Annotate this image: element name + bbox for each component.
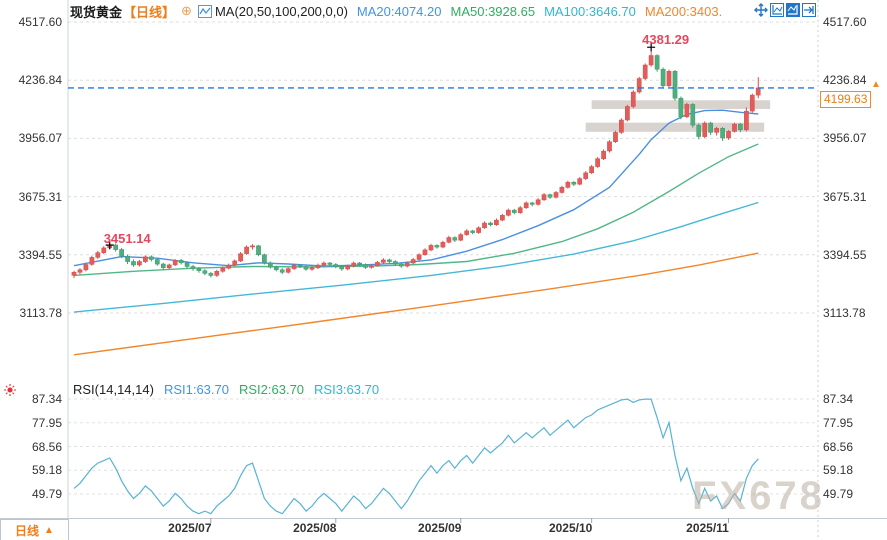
y-axis-label: 4517.60 — [18, 15, 62, 29]
rsi-values-group: RSI1:63.70 RSI2:63.70 RSI3:63.70 — [154, 382, 379, 397]
ma-line-MA50 — [73, 143, 759, 277]
rsi-settings-label: RSI(14,14,14) — [73, 382, 154, 397]
chart-canvas[interactable] — [0, 0, 887, 540]
x-axis-date-label: 2025/10 — [548, 521, 593, 535]
chart-toolbar — [754, 3, 816, 17]
rsi-header: RSI(14,14,14) RSI1:63.70 RSI2:63.70 RSI3:6… — [73, 382, 379, 397]
y-axis-label: 59.18 — [31, 463, 62, 478]
early-peak-price-label: 3451.14 — [103, 231, 151, 247]
ma-value-label: MA20:4074.20 — [356, 3, 442, 19]
shift-right-icon[interactable] — [802, 3, 816, 17]
ma-value-label: MA50:3928.65 — [450, 3, 536, 19]
x-axis-date-label: 2025/09 — [418, 521, 462, 535]
y-axis-label: 3113.78 — [19, 306, 63, 320]
indicator-settings-icon[interactable] — [3, 383, 17, 397]
ma-line-MA20 — [73, 109, 759, 267]
ma-line-MA100 — [73, 201, 759, 313]
pan-icon[interactable] — [754, 3, 768, 17]
y-axis-label: 49.79 — [31, 486, 62, 501]
timeframe-selector[interactable]: 日线 ▲ — [0, 519, 69, 540]
rsi-value-label: RSI1:63.70 — [163, 382, 229, 397]
price-up-arrow-icon: ▲ — [871, 78, 881, 90]
x-axis-date-label: 2025/08 — [293, 521, 337, 535]
price-zone — [585, 122, 765, 132]
timeframe-arrow-icon: ▲ — [44, 524, 54, 536]
timeframe-tag: 【日线】 — [123, 4, 176, 20]
y-axis-label: 3394.55 — [18, 247, 62, 262]
y-axis-label: 49.79 — [823, 486, 854, 501]
ma-settings-label: MA(20,50,100,200,0,0) — [214, 3, 348, 19]
y-axis-label: 3956.07 — [18, 131, 62, 146]
y-axis-label: 77.95 — [823, 415, 854, 430]
rsi-value-label: RSI2:63.70 — [238, 382, 305, 397]
peak-price-label: 4381.29 — [642, 32, 690, 48]
left-axis-scale-icon[interactable] — [770, 3, 784, 17]
main-chart-header: 现货黄金 【日线】 ⊕ MA(20,50,100,200,0,0) MA20:4… — [70, 3, 722, 20]
timeframe-label: 日线 — [15, 523, 40, 538]
watermark: FX678 — [692, 474, 825, 518]
y-axis-label: 59.18 — [823, 463, 854, 478]
candles-layer — [71, 50, 761, 279]
y-axis-label: 3956.07 — [823, 131, 867, 146]
y-axis-label: 68.56 — [823, 439, 854, 454]
y-axis-label: 3675.31 — [823, 189, 867, 204]
last-price-tag: 4199.63 — [820, 90, 872, 108]
rsi-line — [73, 398, 759, 515]
right-axis-scale-icon[interactable] — [786, 3, 800, 17]
y-axis-label: 4517.60 — [823, 15, 867, 29]
y-axis-label: 3113.78 — [823, 306, 866, 320]
y-axis-label: 3394.55 — [823, 247, 867, 262]
symbol-name: 现货黄金 — [70, 4, 123, 20]
chart-type-icon[interactable] — [197, 4, 212, 18]
add-indicator-icon[interactable]: ⊕ — [181, 3, 192, 19]
y-axis-label: 87.34 — [823, 392, 854, 406]
x-axis-date-label: 2025/07 — [168, 521, 212, 535]
y-axis-label: 77.95 — [31, 415, 62, 430]
x-axis-date-label: 2025/11 — [686, 521, 729, 535]
ma-values-group: MA20:4074.20 MA50:3928.65 MA100:3646.70 MA2… — [348, 4, 722, 19]
y-axis-label: 4236.84 — [18, 73, 62, 88]
rsi-value-label: RSI3:63.70 — [314, 382, 380, 397]
trading-chart-app: FX678 现货黄金 【日线】 ⊕ MA(20,50,100,200,0,0) … — [0, 0, 887, 540]
ma-value-label: MA100:3646.70 — [544, 3, 636, 19]
ma-value-label: MA200:3403. — [644, 3, 723, 19]
y-axis-label: 3675.31 — [18, 189, 62, 204]
y-axis-label: 68.56 — [31, 439, 62, 454]
